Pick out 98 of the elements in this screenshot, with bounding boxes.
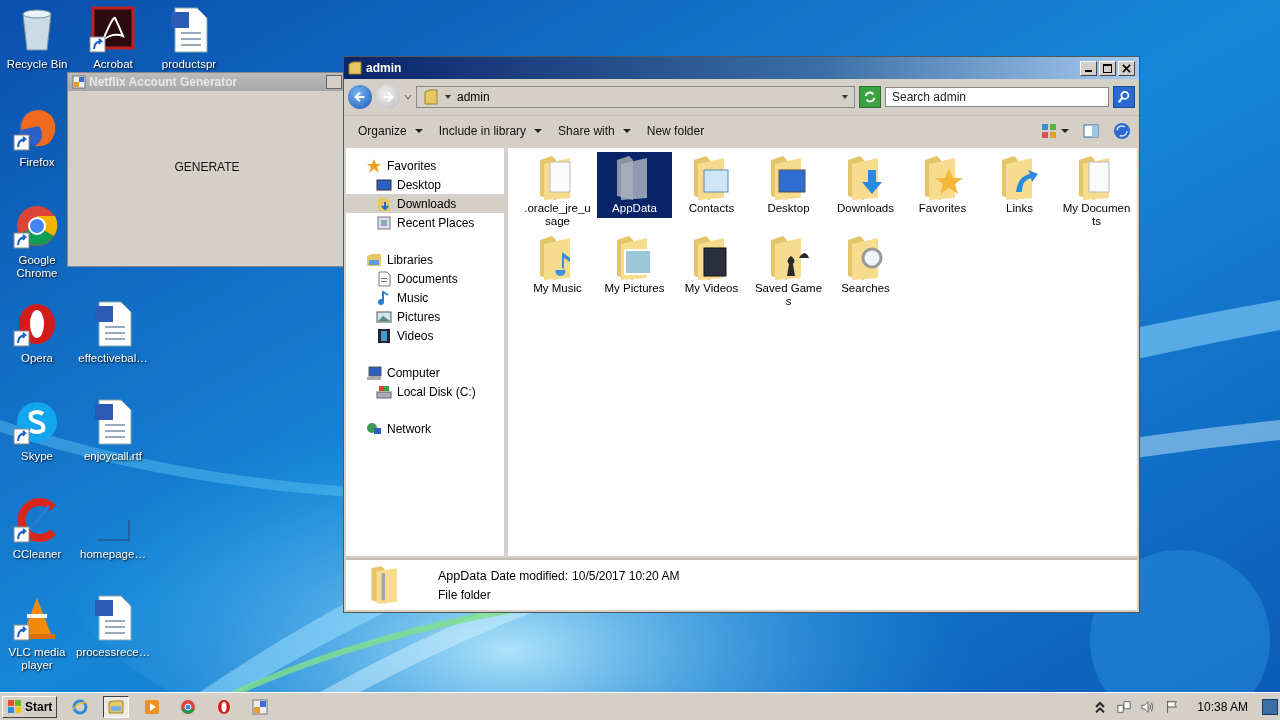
generate-button[interactable]: GENERATE	[164, 155, 250, 178]
volume-icon[interactable]	[1141, 698, 1156, 715]
windows-logo-icon	[7, 698, 23, 715]
folder-item[interactable]: Favorites	[905, 152, 980, 232]
back-button[interactable]	[348, 85, 372, 109]
search-button[interactable]	[1113, 86, 1135, 108]
folder-icon	[108, 698, 125, 715]
search-icon	[1117, 90, 1131, 104]
disk-icon	[376, 383, 392, 400]
folder-icon	[423, 89, 439, 105]
nav-item[interactable]: Recent Places	[346, 213, 504, 232]
desktop-icon-label: Google Chrome	[15, 254, 59, 280]
opera-icon	[216, 698, 233, 715]
arrow-icon	[381, 90, 395, 104]
desktop-icon	[376, 176, 392, 193]
refresh-icon	[863, 90, 877, 104]
acrobat-icon[interactable]	[89, 6, 137, 54]
downloads-icon	[376, 195, 392, 212]
folder-item[interactable]: AppData	[597, 152, 672, 218]
folder-item[interactable]: My Documents	[1059, 152, 1134, 232]
nav-item[interactable]: Favorites	[346, 156, 504, 175]
folder-item[interactable]: Searches	[828, 232, 903, 312]
computer-icon	[366, 364, 382, 381]
desktop-icon-label: CCleaner	[11, 548, 63, 561]
caret-icon	[445, 94, 451, 100]
file-name: AppData	[438, 568, 487, 583]
desktop-icon-label: Skype	[20, 450, 54, 463]
library-icon	[366, 251, 382, 268]
folder-item[interactable]: Downloads	[828, 152, 903, 232]
caret-icon[interactable]	[1061, 128, 1069, 134]
play-icon	[144, 698, 161, 715]
pictures-icon	[376, 308, 392, 325]
nav-item[interactable]: Documents	[346, 269, 504, 288]
caret-icon	[534, 128, 543, 134]
search-field[interactable]: Search admin	[885, 87, 1109, 107]
preview-pane-icon[interactable]	[1083, 123, 1099, 139]
desktop-icon-label: Recycle Bin	[5, 58, 69, 71]
star-icon	[366, 157, 382, 174]
folder-item[interactable]: Saved Games	[751, 232, 826, 312]
nav-item[interactable]: Computer	[346, 363, 504, 382]
clock[interactable]: 10:38 AM	[1197, 699, 1248, 714]
taskbar-app[interactable]	[103, 695, 130, 718]
folder-item[interactable]: Links	[982, 152, 1057, 232]
toolbar-button[interactable]: Include in library	[432, 121, 549, 141]
toolbar-button[interactable]: Organize	[352, 121, 429, 141]
folder-item[interactable]: Desktop	[751, 152, 826, 232]
date-modified-label: Date modified:	[490, 568, 569, 583]
maximize-button[interactable]	[1099, 60, 1116, 76]
nav-item[interactable]: Music	[346, 288, 504, 307]
nav-item[interactable]: Pictures	[346, 307, 504, 326]
caret-icon	[414, 128, 423, 134]
arrow-icon	[353, 90, 367, 104]
videos-icon	[376, 327, 392, 344]
refresh-button[interactable]	[859, 86, 881, 108]
desktop-icon-label: processrece…	[76, 646, 150, 659]
folder-item[interactable]: My Videos	[674, 232, 749, 312]
network-icon	[366, 420, 382, 437]
nav-item[interactable]: Videos	[346, 326, 504, 345]
folder-icon	[348, 61, 362, 75]
nav-item[interactable]: Network	[346, 419, 504, 438]
toolbar-button[interactable]: Share with	[552, 121, 637, 141]
app-icon	[252, 698, 269, 715]
folder-item[interactable]: My Pictures	[597, 232, 672, 312]
toolbar-button[interactable]: New folder	[640, 121, 711, 141]
recent-icon	[376, 214, 392, 231]
folder-item[interactable]: Contacts	[674, 152, 749, 232]
start-button[interactable]: Start	[2, 695, 58, 718]
desktop-icon-label: Acrobat	[92, 58, 134, 71]
nav-item[interactable]: Local Disk (C:)	[346, 382, 504, 401]
desktop-icon-label: homepage…	[79, 548, 147, 561]
address-bar[interactable]: admin	[416, 86, 855, 108]
file-type: File folder	[438, 587, 492, 602]
window-title: Netflix Account Generator	[89, 75, 238, 89]
desktop-icon-label: productspr	[160, 58, 218, 71]
app-icon	[72, 75, 86, 89]
ie-icon	[72, 698, 89, 715]
folder-item[interactable]: My Music	[520, 232, 595, 312]
caret-icon	[622, 128, 631, 134]
desktop-icon-label: effectivebal…	[77, 352, 149, 365]
caret-icon	[842, 94, 848, 100]
close-button[interactable]	[1118, 60, 1135, 76]
nav-item[interactable]: Desktop	[346, 175, 504, 194]
desktop-icon-label: enjoycall.rtf	[82, 450, 144, 463]
nav-item[interactable]: Downloads	[346, 194, 504, 213]
help-icon[interactable]	[1113, 122, 1131, 140]
network-icon[interactable]	[1117, 698, 1132, 715]
chrome-icon	[180, 698, 197, 715]
desktop-icon-label: VLC media player	[7, 646, 67, 672]
close-icon	[1122, 63, 1131, 73]
date-modified-value: 10/5/2017 10:20 AM	[572, 568, 680, 583]
flag-icon[interactable]	[1165, 698, 1180, 715]
documents-icon	[376, 270, 392, 287]
desktop-icon-label: Firefox	[18, 156, 56, 169]
nav-item[interactable]: Libraries	[346, 250, 504, 269]
desktop-icon-label: Opera	[20, 352, 54, 365]
show-desktop-button[interactable]	[1262, 698, 1278, 715]
folder-item[interactable]: .oracle_jre_usage	[520, 152, 595, 232]
window-title: admin	[366, 61, 402, 75]
